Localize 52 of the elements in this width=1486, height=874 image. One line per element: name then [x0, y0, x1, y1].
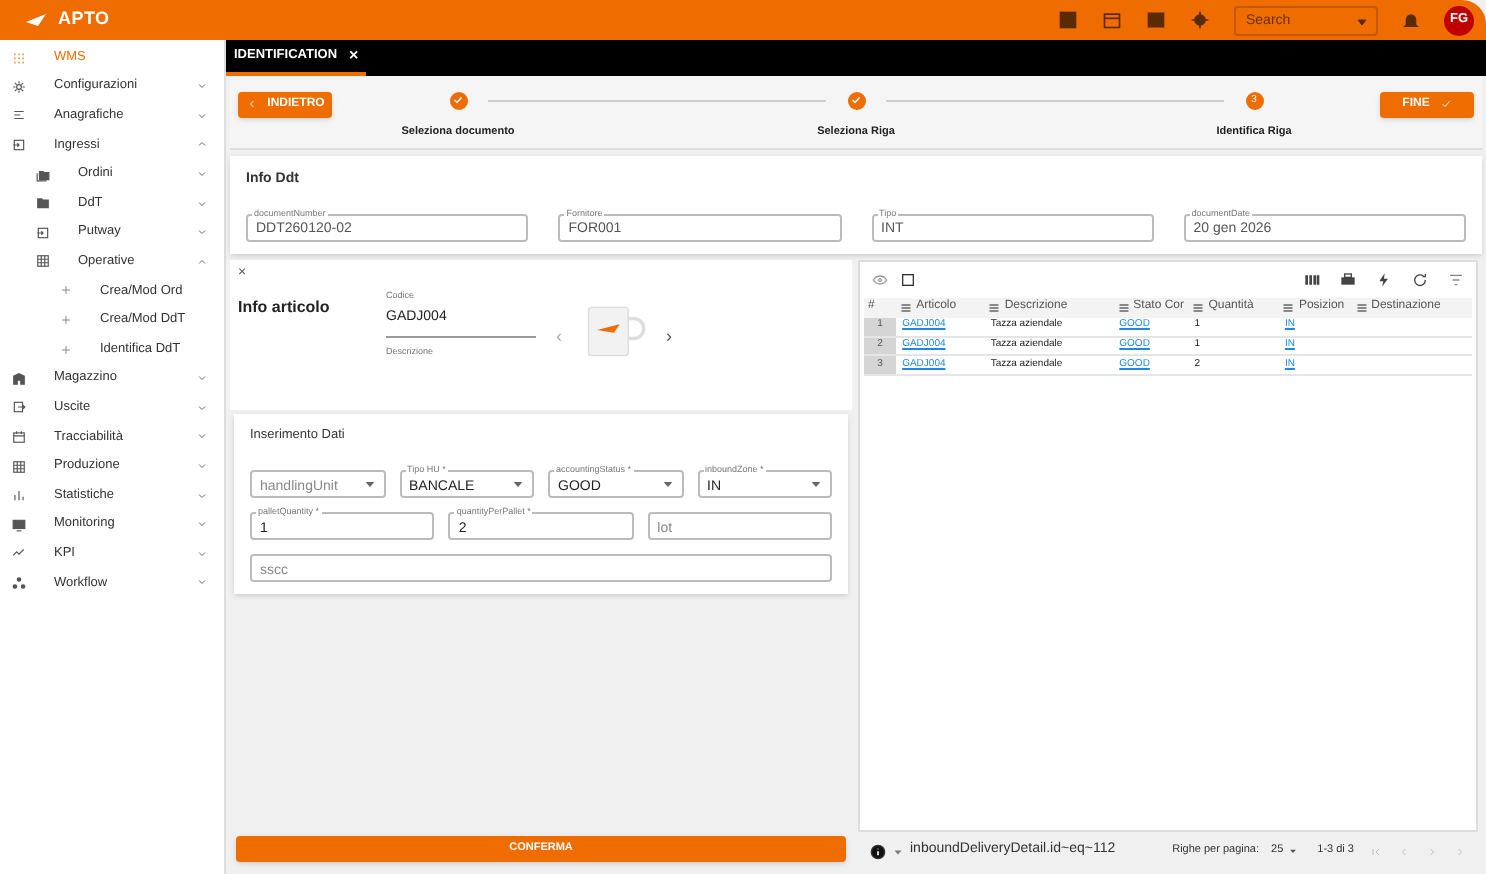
menu-icon: [1192, 301, 1205, 313]
menu-icon: [988, 301, 1001, 313]
calendar-icon: [12, 429, 26, 444]
plus-icon: [60, 314, 72, 327]
columns-icon: [1304, 271, 1320, 287]
refresh-icon: [1412, 271, 1428, 287]
trend-icon: [12, 546, 26, 561]
caret-icon: [363, 478, 375, 491]
menu-icon: [1355, 301, 1368, 313]
plus-icon: [60, 343, 72, 356]
bar-chart-icon: [12, 488, 26, 503]
close-icon[interactable]: ×: [349, 44, 359, 68]
list-icon: [12, 108, 26, 123]
caret-icon: [810, 478, 822, 491]
gear-icon: [12, 79, 26, 94]
plus-icon: [60, 284, 72, 297]
logo-text: APTO: [58, 6, 110, 33]
menu-icon: [900, 301, 913, 313]
folders-icon: [36, 167, 50, 182]
check-icon: [1439, 98, 1452, 110]
filter-icon: [1448, 271, 1464, 287]
grid-icon: [36, 254, 50, 269]
calendar-icon: [1102, 10, 1122, 30]
caret-icon: [892, 845, 904, 857]
first-page-icon: [1370, 845, 1382, 857]
previous-page-icon: [1398, 845, 1410, 857]
card-title: Info articolo: [238, 295, 332, 319]
monitor-icon: [12, 517, 26, 532]
folder-icon: [36, 196, 50, 211]
grid-icon: [12, 459, 26, 474]
apps-icon: [12, 51, 26, 65]
exit-icon: [12, 400, 26, 415]
checkbox-icon: [900, 271, 916, 287]
enter-icon: [36, 225, 50, 240]
chevron-left-icon: [245, 98, 258, 110]
enter-icon: [12, 137, 26, 152]
caret-icon: [661, 478, 673, 491]
bell-icon: [1402, 11, 1420, 29]
menu-icon: [1282, 301, 1295, 313]
building-icon: [12, 371, 26, 386]
caret-icon: [1287, 846, 1298, 856]
nodes-icon: [12, 575, 26, 590]
info-icon: [870, 843, 886, 859]
lightning-icon: [1376, 271, 1392, 287]
last-page-icon: [1454, 845, 1466, 857]
caret-icon: [1356, 15, 1368, 27]
print-icon: [1340, 271, 1356, 287]
eye-icon: [872, 271, 888, 287]
next-button[interactable]: ›: [666, 323, 672, 350]
menu-icon: [1117, 301, 1130, 313]
caret-icon: [512, 478, 524, 491]
next-page-icon: [1426, 845, 1438, 857]
